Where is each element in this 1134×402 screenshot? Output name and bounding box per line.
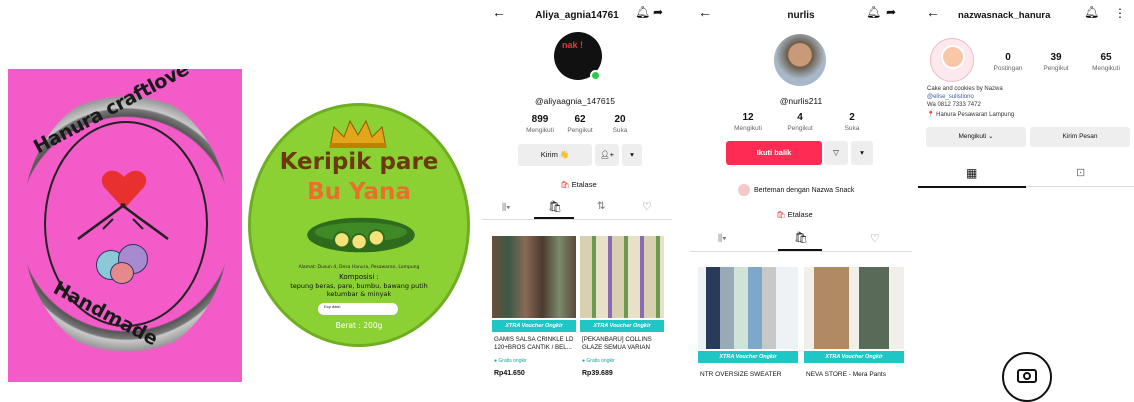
product-image	[804, 267, 904, 349]
stat-following[interactable]: 12 Mengikuti	[728, 112, 768, 132]
camera-icon	[1002, 352, 1052, 402]
etalase-link[interactable]: 🛍︎ Etalase	[560, 180, 597, 189]
product-title: NEVA STORE - Mera Pants	[806, 371, 886, 378]
product-title: [PEKANBARU] COLLINS GLAZE SEMUA VARIAN	[582, 336, 652, 351]
profile-nurlis: ← nurlis 🔔︎ ➦ @nurlis211 12 Mengikuti 4 Pe…	[690, 0, 912, 385]
friend-avatar	[738, 184, 750, 196]
bell-icon[interactable]: 🔔︎	[635, 5, 650, 19]
bio-phone: Wa 0812 7333 7472	[927, 102, 981, 108]
tab-grid[interactable]: ⫼▾	[718, 233, 727, 244]
exp-date-box: Exp date:	[318, 303, 398, 315]
avatar[interactable]	[930, 38, 974, 82]
tab-shop[interactable]: 🛍︎	[548, 200, 562, 213]
product-price: Rp41.650	[494, 370, 525, 377]
product-card[interactable]: XTRA Voucher Ongkir GAMIS SALSA CRINKLE …	[492, 236, 576, 385]
bag-icon: 🛍︎	[560, 180, 570, 189]
add-friend-icon[interactable]: 👤︎+	[595, 144, 619, 166]
mutual-friends[interactable]: Berteman dengan Nazwa Snack	[738, 184, 854, 196]
more-dropdown-button[interactable]: ▾	[622, 144, 642, 166]
stat-followers[interactable]: 4 Pengikut	[780, 112, 820, 132]
stat-followers[interactable]: 62 Pengikut	[560, 114, 600, 134]
product-card[interactable]: XTRA Voucher Ongkir [PEKANBARU] COLLINS …	[580, 236, 664, 385]
filter-icon[interactable]: ▽	[824, 141, 848, 165]
profile-nazwasnack: ← nazwasnack_hanura 🔔︎ ⋮ 0 Postingan 39 Pe…	[918, 0, 1134, 402]
xtra-badge: XTRA Voucher Ongkir	[580, 320, 664, 332]
xtra-badge: XTRA Voucher Ongkir	[804, 351, 904, 363]
tab-divider	[690, 251, 912, 252]
tab-liked[interactable]: ♡	[870, 232, 880, 245]
label-subtitle: Bu Yana	[307, 179, 411, 205]
tab-grid-icon[interactable]: ▦	[966, 166, 977, 180]
profile-username: nazwasnack_hanura	[958, 10, 1051, 21]
free-shipping-tag: ● Gratis ongkir	[494, 358, 527, 364]
label-address: Alamat: Dusun 4, Desa Hanura, Pesawaran,…	[298, 265, 420, 270]
avatar-text: nak !	[562, 40, 584, 50]
komposisi-label: Komposisi :	[339, 273, 379, 281]
yarn-balls-icon	[96, 244, 152, 284]
crown-icon	[329, 119, 387, 148]
send-message-button[interactable]: Kirim Pesan	[1030, 127, 1130, 147]
more-dropdown-button[interactable]: ▾	[851, 141, 873, 165]
product-title: GAMIS SALSA CRINKLE LD 120+BROS CANTIK /…	[494, 336, 574, 351]
product-price: Rp39.689	[582, 370, 613, 377]
tab-divider	[1026, 186, 1134, 187]
stat-following[interactable]: 65 Mengikuti	[1086, 52, 1126, 72]
follow-back-button[interactable]: Ikuti balik	[726, 141, 822, 165]
profile-handle: @nurlis211	[779, 96, 823, 106]
komposisi-text: tepung beras, pare, bumbu, bawang putih …	[290, 282, 428, 298]
bio-line: Cake and cookies by Nazwa	[927, 86, 1003, 92]
share-icon[interactable]: ➦	[653, 5, 663, 19]
share-icon[interactable]: ➦	[886, 5, 896, 19]
hanura-craftlove-logo: Hanura craftlove Handmade	[8, 69, 242, 382]
product-image	[492, 236, 576, 318]
bell-icon[interactable]: 🔔︎	[1084, 5, 1099, 19]
online-dot	[590, 70, 601, 81]
tab-tagged-icon[interactable]: ⊡	[1076, 166, 1085, 179]
bio-mention[interactable]: @elise_sulistiono	[927, 94, 974, 100]
more-menu-icon[interactable]: ⋮	[1114, 6, 1126, 20]
bitter-melon-icon	[307, 217, 415, 253]
free-shipping-tag: ● Gratis ongkir	[582, 358, 615, 364]
product-image	[698, 267, 798, 349]
keripik-pare-label: Keripik pare Bu Yana Alamat: Dusun 4, De…	[246, 101, 472, 349]
following-button[interactable]: Mengikuti ⌄	[926, 127, 1026, 147]
xtra-badge: XTRA Voucher Ongkir	[492, 320, 576, 332]
avatar[interactable]	[774, 34, 826, 86]
xtra-badge: XTRA Voucher Ongkir	[698, 351, 798, 363]
tab-divider	[482, 219, 672, 220]
product-card[interactable]: XTRA Voucher Ongkir NTR OVERSIZE SWEATER	[698, 267, 798, 385]
product-image	[580, 236, 664, 318]
tab-repost[interactable]: ⇅	[597, 201, 605, 212]
etalase-link[interactable]: 🛍︎ Etalase	[776, 210, 813, 219]
stat-posts[interactable]: 0 Postingan	[988, 52, 1028, 72]
bio-location: 📍 Hanura Pesawaran Lampung	[927, 112, 1015, 118]
tab-grid[interactable]: ⫼▾	[502, 202, 511, 213]
product-title: NTR OVERSIZE SWEATER	[700, 371, 782, 378]
profile-handle: @aliyaagnia_147615	[535, 96, 615, 106]
back-arrow-icon[interactable]: ←	[926, 4, 940, 20]
tab-liked[interactable]: ♡	[642, 200, 652, 213]
exp-date-label: Exp date:	[324, 304, 341, 309]
stat-followers[interactable]: 39 Pengikut	[1036, 52, 1076, 72]
bag-icon: 🛍︎	[776, 210, 786, 219]
berat-text: Berat : 200g	[335, 321, 383, 330]
stat-likes[interactable]: 2 Suka	[832, 112, 872, 132]
tab-grid-underline	[918, 186, 1026, 188]
stat-following[interactable]: 899 Mengikuti	[520, 114, 560, 134]
label-title: Keripik pare	[279, 149, 439, 175]
bell-icon[interactable]: 🔔︎	[866, 5, 881, 19]
profile-aliya: ← Aliya_agnia14761 🔔︎ ➦ nak ! @aliyaagni…	[482, 0, 672, 385]
tab-shop[interactable]: 🛍︎	[794, 231, 808, 244]
message-button[interactable]: Kirim 👋	[518, 144, 592, 166]
stat-likes[interactable]: 20 Suka	[600, 114, 640, 134]
chef-icon	[941, 45, 965, 69]
product-card[interactable]: XTRA Voucher Ongkir NEVA STORE - Mera Pa…	[804, 267, 904, 385]
